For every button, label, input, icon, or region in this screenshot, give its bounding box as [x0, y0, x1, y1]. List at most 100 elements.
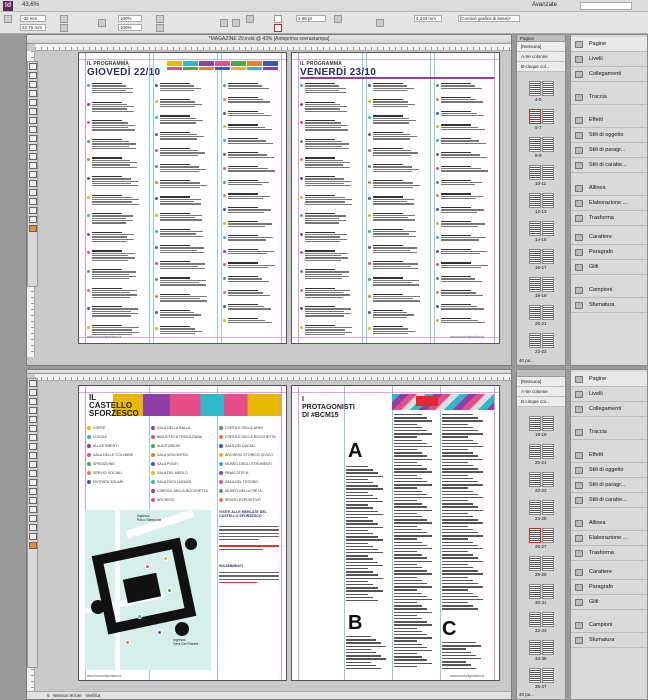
selection-tool-icon[interactable] — [28, 63, 37, 70]
stroke-weight-field[interactable]: 1,05 pt — [296, 15, 326, 22]
panel-item-stili-di-oggetto[interactable]: Stili di oggetto — [571, 463, 647, 478]
panel-item-collegamenti[interactable]: Collegamenti — [571, 67, 647, 82]
free-transform-tool-icon[interactable] — [28, 479, 37, 486]
gradient-tool-icon[interactable] — [28, 488, 37, 495]
page-thumbnail[interactable] — [529, 416, 541, 431]
page-thumbnail[interactable] — [542, 305, 554, 320]
master-none[interactable]: [Nessuna] — [517, 377, 565, 387]
panel-item-campioni[interactable]: Campioni — [571, 283, 647, 298]
page-thumbnail[interactable] — [529, 668, 541, 683]
panel-item-stili-di-paragr[interactable]: Stili di paragr... — [571, 143, 647, 158]
page-thumbnail[interactable] — [542, 668, 554, 683]
panel-item-stili-di-oggetto[interactable]: Stili di oggetto — [571, 128, 647, 143]
page-thumbnail[interactable] — [529, 472, 541, 487]
page-thumbnail[interactable] — [542, 612, 554, 627]
panel-item-campioni[interactable]: Campioni — [571, 618, 647, 633]
corner-size-field[interactable]: 4,233 mm — [414, 15, 442, 22]
shear-icon[interactable] — [156, 24, 164, 32]
status-page[interactable]: 5 — [47, 693, 50, 698]
status-verify[interactable]: Verifica — [86, 693, 101, 698]
hand-tool-icon[interactable] — [28, 198, 37, 205]
page-tool-icon[interactable] — [28, 398, 37, 405]
pages-panel-tab[interactable] — [517, 370, 565, 377]
rectangle-frame-tool-icon[interactable] — [28, 452, 37, 459]
stroke-swatch-icon[interactable] — [274, 24, 282, 32]
free-transform-tool-icon[interactable] — [28, 162, 37, 169]
screen-mode-icon[interactable] — [28, 542, 37, 549]
page-thumbnail[interactable] — [529, 584, 541, 599]
eyedropper-tool-icon[interactable] — [28, 189, 37, 196]
page-thumbnail[interactable] — [542, 249, 554, 264]
page-thumbnail[interactable] — [542, 416, 554, 431]
panel-item-effetti[interactable]: Effetti — [571, 113, 647, 128]
page-thumbnail[interactable] — [542, 333, 554, 348]
panel-item-trasforma[interactable]: Trasforma — [571, 546, 647, 561]
page-thumbnail[interactable] — [542, 81, 554, 96]
panel-item-paragrafo[interactable]: Paragrafo — [571, 580, 647, 595]
zoom-tool-icon[interactable] — [28, 207, 37, 214]
page-venerdi[interactable]: IL PROGRAMMA VENERDÌ 23/10 www.bookcitym… — [291, 52, 500, 344]
page-thumbnail[interactable] — [529, 249, 541, 264]
gradient-tool-icon[interactable] — [28, 171, 37, 178]
panel-item-effetti[interactable]: Effetti — [571, 448, 647, 463]
panel-item-elaborazione[interactable]: Elaborazione ... — [571, 531, 647, 546]
scale-x-field[interactable]: 100% — [118, 15, 142, 22]
page-thumbnail[interactable] — [542, 584, 554, 599]
page-thumbnail[interactable] — [529, 333, 541, 348]
fill-swatch-icon[interactable] — [274, 15, 282, 23]
page-thumbnail[interactable] — [542, 165, 554, 180]
rectangle-tool-icon[interactable] — [28, 461, 37, 468]
rectangle-tool-icon[interactable] — [28, 144, 37, 151]
eyedropper-tool-icon[interactable] — [28, 506, 37, 513]
status-errors[interactable]: Nessun errore — [53, 693, 82, 698]
page-thumbnail[interactable] — [529, 500, 541, 515]
panel-item-glifi[interactable]: Glifi — [571, 595, 647, 610]
page-thumbnail[interactable] — [542, 193, 554, 208]
horizontal-ruler[interactable] — [35, 44, 511, 51]
page-protagonisti[interactable]: I PROTAGONISTI DI #BCM15 A B C www.bookc… — [291, 385, 500, 681]
page-thumbnail[interactable] — [542, 137, 554, 152]
page-thumbnail[interactable] — [529, 109, 541, 124]
page-thumbnail[interactable] — [542, 640, 554, 655]
pen-tool-icon[interactable] — [28, 117, 37, 124]
gap-tool-icon[interactable] — [28, 90, 37, 97]
pen-tool-icon[interactable] — [28, 434, 37, 441]
page-thumbnail[interactable] — [529, 277, 541, 292]
type-tool-icon[interactable] — [28, 99, 37, 106]
page-thumbnail[interactable] — [529, 556, 541, 571]
panel-item-livelli[interactable]: Livelli — [571, 387, 647, 402]
x-field[interactable]: -32 mm — [20, 15, 46, 22]
page-thumbnail[interactable] — [529, 165, 541, 180]
castle-map[interactable]: Ingresso Parco Sempione Ingresso Torre D… — [85, 510, 211, 670]
page-thumbnail[interactable] — [542, 444, 554, 459]
page-thumbnail[interactable] — [542, 472, 554, 487]
effects-icon[interactable] — [376, 19, 384, 27]
y-field[interactable]: 22,75 mm — [20, 24, 46, 31]
indesign-logo[interactable]: Id — [3, 1, 13, 11]
master-b[interactable]: B-cinque col... — [517, 62, 565, 72]
workspace-switcher[interactable]: Avanzate — [532, 2, 557, 8]
panel-item-livelli[interactable]: Livelli — [571, 52, 647, 67]
panel-item-trasforma[interactable]: Trasforma — [571, 211, 647, 226]
panel-item-allinea[interactable]: Allinea — [571, 516, 647, 531]
panel-item-traccia[interactable]: Traccia — [571, 90, 647, 105]
gap-tool-icon[interactable] — [28, 407, 37, 414]
panel-item-paragrafo[interactable]: Paragrafo — [571, 245, 647, 260]
page-thumbnail[interactable] — [529, 612, 541, 627]
note-tool-icon[interactable] — [28, 180, 37, 187]
fill-stroke-icon[interactable] — [28, 216, 37, 223]
pages-panel-tab[interactable]: Pagine — [517, 35, 565, 42]
line-tool-icon[interactable] — [28, 108, 37, 115]
text-wrap-icon[interactable] — [232, 19, 240, 27]
page-thumbnail[interactable] — [542, 277, 554, 292]
screen-mode-icon[interactable] — [28, 225, 37, 232]
page-thumbnail[interactable] — [529, 305, 541, 320]
note-tool-icon[interactable] — [28, 497, 37, 504]
panel-item-stili-di-caratte[interactable]: Stili di caratte... — [571, 158, 647, 173]
scissors-tool-icon[interactable] — [28, 153, 37, 160]
panel-item-allinea[interactable]: Allinea — [571, 181, 647, 196]
flip-icon[interactable] — [220, 19, 228, 27]
object-style-select[interactable]: [Cornice grafica di base]+ — [458, 15, 520, 22]
zoom-tool-icon[interactable] — [28, 524, 37, 531]
rectangle-frame-tool-icon[interactable] — [28, 135, 37, 142]
